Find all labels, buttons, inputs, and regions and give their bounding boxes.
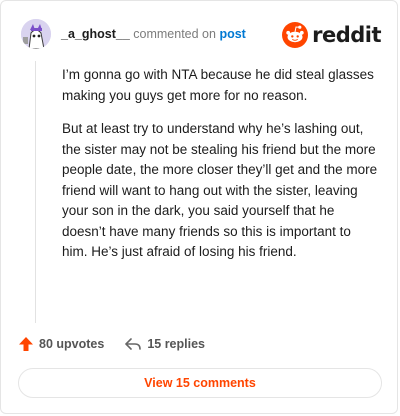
view-comments-button[interactable]: View 15 comments xyxy=(18,368,382,398)
upvote-button[interactable]: 80 upvotes xyxy=(18,336,104,352)
commented-on-text: commented on xyxy=(133,27,216,41)
comment-actions: 80 upvotes 15 replies xyxy=(18,333,205,355)
reply-arrow-icon xyxy=(125,338,142,350)
comment-header: _a_ghost__ commented on post reddit xyxy=(21,19,381,53)
comment-paragraph: But at least try to understand why he’s … xyxy=(62,121,378,259)
post-link[interactable]: post xyxy=(219,27,245,41)
upvote-arrow-icon xyxy=(19,337,33,351)
replies-count: 15 replies xyxy=(147,337,205,351)
thread-line[interactable] xyxy=(35,61,36,323)
comment-card: _a_ghost__ commented on post reddit I’m … xyxy=(0,0,398,414)
avatar[interactable] xyxy=(21,19,51,49)
comment-body: I’m gonna go with NTA because he did ste… xyxy=(62,65,380,276)
reddit-snoo-icon xyxy=(282,22,309,48)
username-link[interactable]: _a_ghost__ xyxy=(61,27,130,41)
avatar-image xyxy=(21,19,51,49)
reddit-wordmark: reddit xyxy=(312,23,381,47)
replies-button[interactable]: 15 replies xyxy=(124,336,205,352)
reddit-brand[interactable]: reddit xyxy=(282,21,381,49)
upvote-count: 80 upvotes xyxy=(39,337,105,351)
comment-paragraph: I’m gonna go with NTA because he did ste… xyxy=(62,67,374,103)
comment-meta: _a_ghost__ commented on post xyxy=(61,27,246,41)
